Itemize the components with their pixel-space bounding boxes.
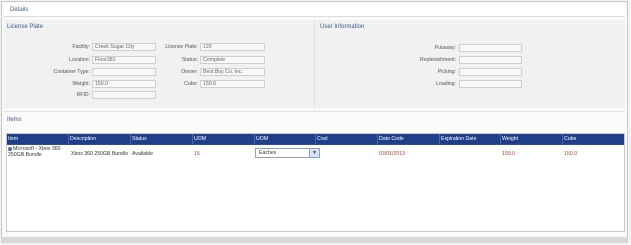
date-code-cell: 03/01/2013 [379,151,405,157]
bottom-bar [1,237,628,243]
user-information-title: User Information [320,24,365,30]
cube-label: Cube: [184,81,198,87]
owner-field[interactable]: Best Buy Co. Inc. [200,68,265,76]
cube-cell: 150.0 [564,151,577,157]
column-header-weight[interactable]: Weight [501,134,518,144]
license-plate-field[interactable]: 120 [200,43,265,51]
loading-field[interactable] [459,80,522,88]
rfid-label: RFID: [76,92,90,98]
column-header-uom[interactable]: UOM [255,134,268,144]
license-plate-title: License Plate [7,24,44,30]
weight-cell: 150.0 [502,151,515,157]
status-cell: Available [132,151,153,157]
description-cell: Xbox 360 250GB Bundle [71,151,129,157]
column-header-item[interactable]: Item [7,134,18,144]
putaway-label: Putaway: [434,45,456,51]
cube-field[interactable]: 150.0 [200,80,265,88]
status-field[interactable]: Complete [200,56,265,64]
column-header-status[interactable]: Status [131,134,147,144]
replenishment-field[interactable] [459,56,522,64]
items-grid: Item Description Status UOM UOM Cost Dat… [6,133,625,232]
replenishment-label: Replenishment: [419,57,456,63]
item-cell: Microsoft - Xbox 360 250GB Bundle [8,146,66,158]
chevron-down-icon[interactable]: ▼ [309,149,319,157]
column-header-date-code[interactable]: Date Code [378,134,404,144]
column-header-cube[interactable]: Cube [563,134,576,144]
picking-field[interactable] [459,68,522,76]
owner-label: Owner: [181,69,198,75]
rfid-field[interactable] [92,91,156,99]
expand-row-icon[interactable] [8,146,12,151]
location-label: Location: [68,57,90,63]
status-label: Status: [181,57,198,63]
uom-select[interactable]: Eaches ▼ [255,148,320,158]
items-divider [4,111,625,112]
items-grid-header: Item Description Status UOM UOM Cost Dat… [7,134,624,145]
items-title: Items [7,117,22,123]
facility-label: Facility: [72,44,90,50]
weight-label: Weight: [72,81,91,87]
column-header-uom-qty[interactable]: UOM [193,134,206,144]
column-header-expiration-date[interactable]: Expiration Date [440,134,476,144]
details-header: Details [4,3,625,17]
container-type-label: Container Type: [53,69,90,75]
column-header-cost[interactable]: Cost [316,134,328,144]
license-plate-label: License Plate: [165,44,198,50]
details-title: Details [10,7,29,13]
uom-qty-cell: 15 [194,151,200,157]
putaway-field[interactable] [459,44,522,52]
section-divider [314,20,315,108]
loading-label: Loading: [436,81,456,87]
picking-label: Picking: [437,69,456,75]
uom-select-value: Eaches [259,150,277,156]
item-name-line2: 250GB Bundle [8,152,42,158]
column-header-description[interactable]: Description [69,134,96,144]
